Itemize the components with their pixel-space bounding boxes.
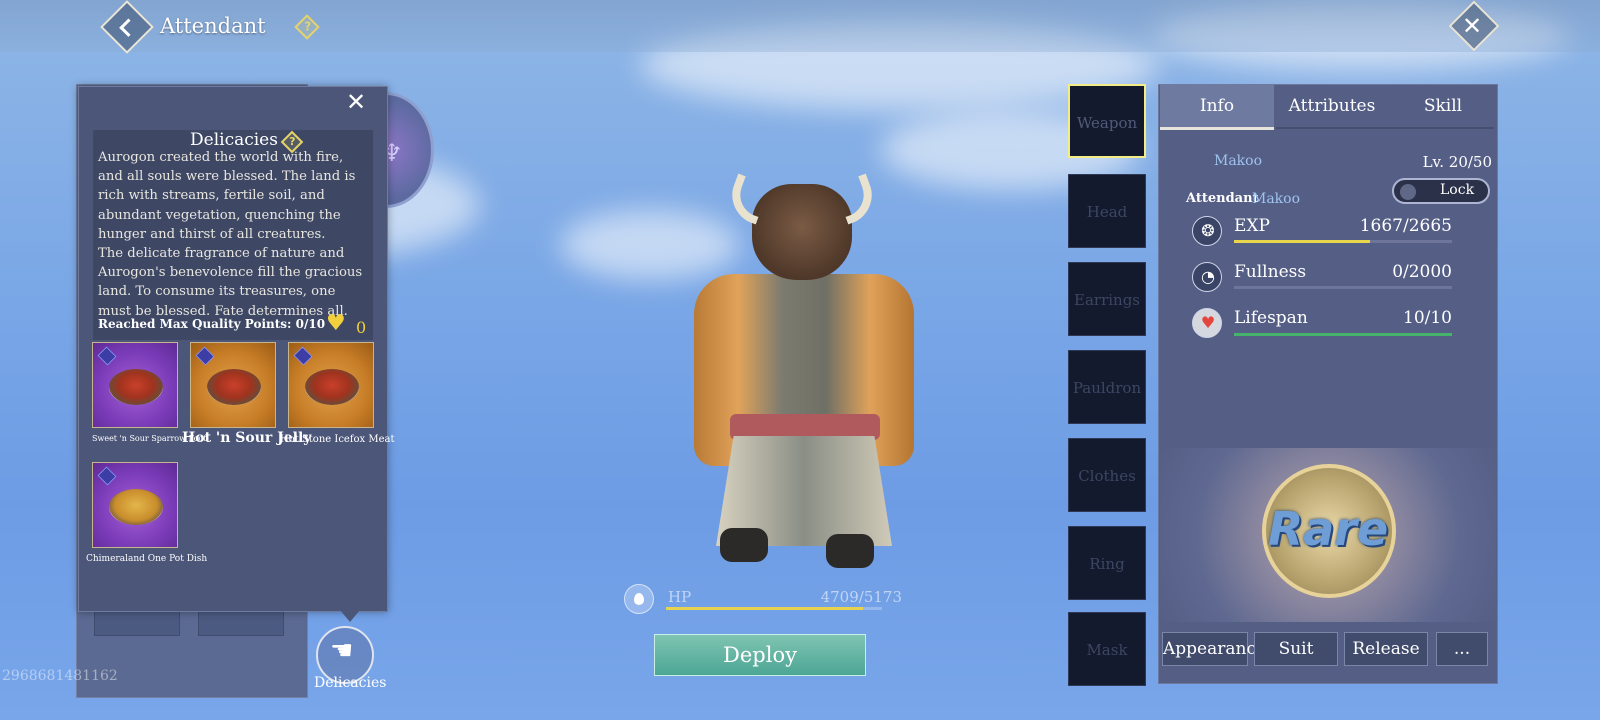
lifespan-bar-fill [1234, 333, 1452, 336]
popup-pointer [340, 610, 360, 622]
player-id: 2968681481162 [2, 668, 118, 684]
lock-toggle-knob [1400, 184, 1416, 200]
slot-ring[interactable]: Ring [1068, 526, 1146, 600]
slot-weapon[interactable]: Weapon [1068, 84, 1146, 158]
delicacies-label: Delicacies [314, 675, 387, 691]
hp-drop-icon [624, 584, 654, 614]
lifespan-value: 10/10 [1403, 308, 1452, 328]
max-quality-text: Reached Max Quality Points: 0/10 [98, 317, 326, 331]
feeding-hand-icon: ☚ [330, 636, 354, 666]
attendant-character [690, 173, 920, 578]
fullness-value: 0/2000 [1392, 262, 1452, 282]
rarity-text: Rare [1267, 502, 1389, 556]
dish-item[interactable] [92, 462, 178, 548]
heart-icon: ♥ [326, 311, 346, 336]
exp-value: 1667/2665 [1359, 216, 1452, 236]
exp-bar-fill [1234, 240, 1371, 243]
release-button[interactable]: Release [1344, 632, 1428, 666]
heart-icon: ♥ [1192, 308, 1222, 338]
more-button[interactable]: ... [1436, 632, 1488, 666]
tab-divider [1276, 127, 1494, 129]
dish-label: Hot Stone Icefox Meat [280, 434, 395, 445]
attendant-name: Makoo [1214, 153, 1263, 169]
close-icon: ✕ [1462, 12, 1483, 40]
page-title: Attendant [160, 14, 266, 38]
exp-icon: ❂ [1192, 216, 1222, 246]
dish-label: Chimeraland One Pot Dish [86, 554, 208, 564]
exp-label: EXP [1234, 216, 1270, 236]
deploy-button[interactable]: Deploy [654, 634, 866, 676]
popup-close-icon[interactable]: ✕ [346, 88, 366, 116]
lock-label: Lock [1440, 182, 1475, 198]
lock-toggle[interactable]: Lock [1392, 178, 1490, 204]
dish-item[interactable] [92, 342, 178, 428]
slot-earrings[interactable]: Earrings [1068, 262, 1146, 336]
appearance-button[interactable]: Appearance [1162, 632, 1266, 666]
slot-head[interactable]: Head [1068, 174, 1146, 248]
popup-title: Delicacies [190, 130, 278, 150]
hp-value: 4709/5173 [820, 588, 902, 606]
lifespan-label: Lifespan [1234, 308, 1308, 328]
dish-item[interactable] [288, 342, 374, 428]
popup-description: Aurogon created the world with fire, and… [98, 150, 363, 319]
slot-pauldron[interactable]: Pauldron [1068, 350, 1146, 424]
lifespan-bar [1234, 333, 1452, 336]
hp-bar-fill [666, 607, 863, 610]
exp-bar [1234, 240, 1452, 243]
attendant-prefix: Attendant [1186, 191, 1259, 206]
level-text: Lv. 20/50 [1422, 153, 1492, 171]
tab-attributes[interactable]: Attributes [1276, 84, 1388, 130]
slot-clothes[interactable]: Clothes [1068, 438, 1146, 512]
hp-bar [666, 607, 882, 610]
stomach-icon: ◔ [1192, 262, 1222, 292]
fullness-label: Fullness [1234, 262, 1307, 282]
hp-label: HP [668, 588, 692, 606]
tab-skill[interactable]: Skill [1390, 84, 1496, 130]
suit-button[interactable]: Suit [1254, 632, 1338, 666]
attendant-name-inline: Makoo [1252, 191, 1301, 207]
heart-count: 0 [356, 318, 367, 337]
dish-item[interactable] [190, 342, 276, 428]
tab-info[interactable]: Info [1160, 84, 1274, 130]
fullness-bar [1234, 286, 1452, 289]
slot-mask[interactable]: Mask [1068, 612, 1146, 686]
